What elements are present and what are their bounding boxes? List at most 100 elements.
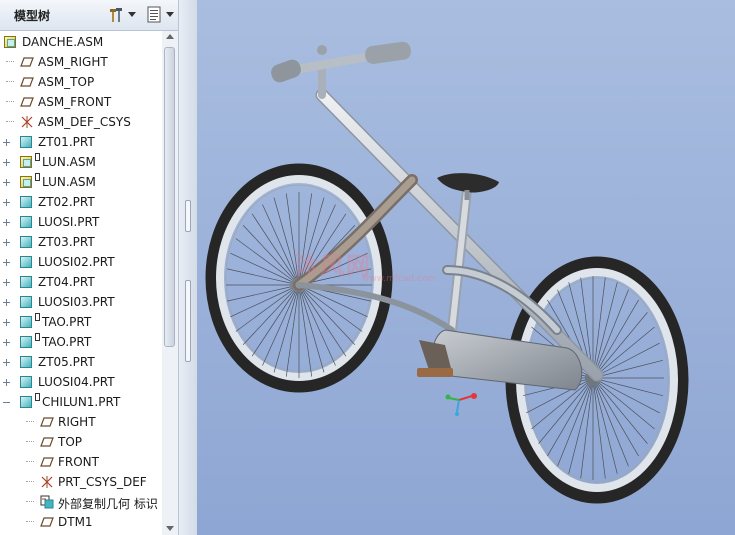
tree-item-label: DTM1 <box>58 515 93 529</box>
tree-item-label: PRT_CSYS_DEF <box>58 475 147 489</box>
tree-item[interactable]: ASM_DEF_CSYS <box>0 112 162 132</box>
tree-show-icon <box>147 6 161 23</box>
tree-item[interactable]: ASM_FRONT <box>0 92 162 112</box>
tree-item[interactable]: CHILUN1.PRT <box>0 392 162 412</box>
datum-plane-icon <box>40 457 54 467</box>
tree-item[interactable]: ZT03.PRT <box>0 232 162 252</box>
part-icon <box>20 396 32 408</box>
tree-item[interactable]: LUOSI04.PRT <box>0 372 162 392</box>
tree-item-label: FRONT <box>58 455 99 469</box>
tree-connector <box>26 481 34 483</box>
tree-connector <box>26 461 34 463</box>
datum-plane-icon <box>40 417 54 427</box>
expand-icon[interactable] <box>3 339 10 346</box>
tree-item[interactable]: ZT02.PRT <box>0 192 162 212</box>
tree-item-label: LUOSI02.PRT <box>38 255 115 269</box>
tree-item-label: LUOSI04.PRT <box>38 375 115 389</box>
tree-item-label: LUN.ASM <box>42 175 96 189</box>
tree-item[interactable]: TOP <box>0 432 162 452</box>
expand-icon[interactable] <box>3 379 10 386</box>
tree-item[interactable]: LUN.ASM <box>0 152 162 172</box>
part-icon <box>20 316 32 328</box>
part-icon <box>20 136 32 148</box>
datum-plane-icon <box>20 77 34 87</box>
tree-item-label: ZT02.PRT <box>38 195 95 209</box>
expand-icon[interactable] <box>3 299 10 306</box>
expand-icon[interactable] <box>3 319 10 326</box>
expand-icon[interactable] <box>3 279 10 286</box>
tree-show-button[interactable] <box>146 5 176 25</box>
handlebar[interactable] <box>269 41 412 85</box>
model-tree-panel: 模型树 DANCHE.ASM ASM_RIGHT ASM_TOP ASM_FRONT A… <box>0 0 179 535</box>
expand-icon[interactable] <box>3 179 10 186</box>
view-triad-icon <box>445 393 477 416</box>
tree-item[interactable]: PRT_CSYS_DEF <box>0 472 162 492</box>
expand-icon[interactable] <box>3 239 10 246</box>
tree-item[interactable]: RIGHT <box>0 412 162 432</box>
reference-badge-icon <box>35 153 40 161</box>
expand-icon[interactable] <box>3 199 10 206</box>
tree-item[interactable]: LUN.ASM <box>0 172 162 192</box>
tree-item[interactable]: DTM1 <box>0 512 162 532</box>
splitter-grip[interactable] <box>185 200 191 232</box>
tree-item[interactable]: LUOSI.PRT <box>0 212 162 232</box>
part-icon <box>20 356 32 368</box>
bicycle-frame[interactable] <box>293 61 604 382</box>
part-icon <box>20 236 32 248</box>
panel-splitter[interactable] <box>179 0 198 535</box>
expand-icon[interactable] <box>3 139 10 146</box>
chevron-down-icon <box>166 12 174 17</box>
tree-item[interactable]: TAO.PRT <box>0 312 162 332</box>
csys-icon <box>21 116 33 128</box>
tree-connector <box>26 441 34 443</box>
expand-icon[interactable] <box>3 359 10 366</box>
tree-item-label: ZT04.PRT <box>38 275 95 289</box>
tree-settings-icon <box>110 8 122 22</box>
tree-item[interactable]: LUOSI03.PRT <box>0 292 162 312</box>
reference-badge-icon <box>35 393 40 401</box>
tree-item[interactable]: ZT05.PRT <box>0 352 162 372</box>
tree-settings-button[interactable] <box>108 5 138 25</box>
tree-item[interactable]: FRONT <box>0 452 162 472</box>
part-icon <box>20 336 32 348</box>
tree-item-label: LUOSI.PRT <box>38 215 100 229</box>
tree-item[interactable]: 外部复制几何 标识 <box>0 492 162 512</box>
watermark-url: www.mfcad.com <box>362 274 437 284</box>
tree-item[interactable]: DANCHE.ASM <box>0 32 162 52</box>
saddle[interactable] <box>437 173 499 200</box>
tree-connector <box>26 521 34 523</box>
tree-item-label: ASM_DEF_CSYS <box>38 115 131 129</box>
tree-connector <box>6 81 14 83</box>
datum-plane-icon <box>20 97 34 107</box>
datum-plane-icon <box>40 517 54 527</box>
tree-item[interactable]: ASM_TOP <box>0 72 162 92</box>
scroll-down-icon[interactable] <box>166 526 174 531</box>
bicycle-model[interactable] <box>197 0 735 535</box>
tree-item-label: RIGHT <box>58 415 96 429</box>
tree-item[interactable]: LUOSI02.PRT <box>0 252 162 272</box>
chevron-down-icon <box>128 12 136 17</box>
tree-item-label: ASM_RIGHT <box>38 55 108 69</box>
reference-badge-icon <box>35 173 40 181</box>
expand-icon[interactable] <box>3 219 10 226</box>
tree-item[interactable]: TAO.PRT <box>0 332 162 352</box>
scrollbar-thumb[interactable] <box>164 47 175 347</box>
part-icon <box>20 256 32 268</box>
reference-badge-icon <box>35 333 40 341</box>
scroll-up-icon[interactable] <box>166 34 174 39</box>
tree-connector <box>6 121 14 123</box>
tree-item-label: LUN.ASM <box>42 155 96 169</box>
splitter-grip-lower[interactable] <box>185 280 191 362</box>
tree-scrollbar[interactable] <box>162 31 178 535</box>
tree-item-label: ASM_FRONT <box>38 95 112 109</box>
tree-item[interactable]: ASM_RIGHT <box>0 52 162 72</box>
part-icon <box>20 376 32 388</box>
expand-icon[interactable] <box>3 159 10 166</box>
expand-icon[interactable] <box>3 259 10 266</box>
tree-item-label: CHILUN1.PRT <box>42 395 121 409</box>
tree-item[interactable]: ZT01.PRT <box>0 132 162 152</box>
tree-item[interactable]: ZT04.PRT <box>0 272 162 292</box>
collapse-icon[interactable] <box>3 399 10 406</box>
tree-item-label: TAO.PRT <box>42 315 92 329</box>
graphics-viewport[interactable]: 沐风网 www.mfcad.com <box>197 0 735 535</box>
